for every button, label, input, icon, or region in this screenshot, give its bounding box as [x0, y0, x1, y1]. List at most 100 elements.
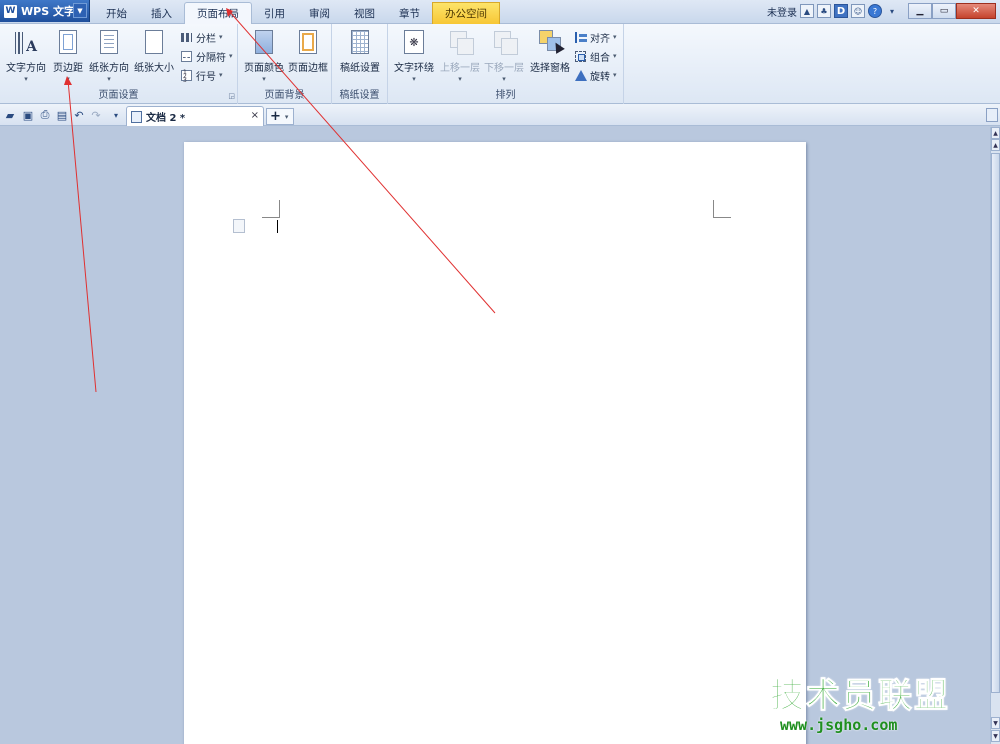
columns-button[interactable]: 分栏 ▾: [180, 28, 223, 46]
paper-size-button[interactable]: 纸张大小: [132, 28, 176, 74]
document-tab-title: 文档 2 *: [146, 113, 186, 124]
minimize-icon[interactable]: ▁: [908, 3, 932, 19]
skin-shirt-icon[interactable]: ♣: [817, 4, 831, 18]
page-color-icon: [255, 30, 273, 54]
page-down-icon[interactable]: ▼: [991, 717, 1000, 729]
quick-access-toolbar: ▰ ▣ ⎙ ▤ ↶ ↷ ▾ 文档 2 * × + ▾: [0, 104, 1000, 126]
bring-forward-icon: [450, 31, 474, 55]
line-numbers-button[interactable]: 123 行号 ▾: [180, 66, 223, 84]
text-direction-button[interactable]: A 文字方向 ▾: [4, 28, 48, 83]
site-watermark: 技术员联盟 www.jsgho.com: [770, 676, 970, 742]
draft-paper-icon: [351, 30, 369, 54]
text-wrap-label: 文字环绕: [394, 63, 434, 74]
tab-references[interactable]: 引用: [252, 2, 297, 24]
document-tab[interactable]: 文档 2 * ×: [126, 106, 264, 126]
align-label: 对齐: [590, 33, 610, 45]
tab-office-space[interactable]: 办公空间: [432, 2, 500, 24]
draft-setup-label: 稿纸设置: [340, 63, 380, 74]
orientation-label: 纸张方向: [89, 63, 129, 74]
document-page[interactable]: [184, 142, 806, 744]
collapse-ribbon-icon[interactable]: ▲: [800, 4, 814, 18]
tab-view[interactable]: 视图: [342, 2, 387, 24]
page-border-icon: [299, 30, 317, 54]
chevron-down-icon[interactable]: ▾: [285, 113, 289, 121]
selection-pane-label: 选择窗格: [530, 63, 570, 74]
window-controls: ▁ ▭ ✕: [908, 3, 996, 19]
group-button[interactable]: 组合 ▾: [574, 47, 617, 65]
bring-forward-label: 上移一层: [440, 63, 480, 74]
orientation-icon: [100, 30, 118, 54]
scroll-up-icon[interactable]: ▲: [991, 127, 1000, 139]
tab-insert[interactable]: 插入: [139, 2, 184, 24]
group-label-page-background: 页面背景: [264, 90, 305, 101]
redo-icon[interactable]: ↷: [88, 107, 104, 123]
dialog-launcher-icon[interactable]: ◲: [228, 92, 235, 100]
watermark-title: 技术员联盟: [770, 676, 950, 717]
close-window-icon[interactable]: ✕: [956, 3, 996, 19]
app-menu-caret-icon[interactable]: ▼: [73, 3, 87, 18]
margins-button[interactable]: 页边距 ▾: [46, 28, 90, 83]
print-icon[interactable]: ⎙: [37, 107, 53, 123]
chevron-down-icon: ▾: [107, 75, 111, 83]
title-bar: W WPS 文字 ▼ 开始 插入 页面布局 引用 审阅 视图 章节 办公空间 未…: [0, 0, 1000, 24]
avatar-icon[interactable]: ☺: [851, 4, 865, 18]
chevron-down-icon: ▾: [502, 75, 506, 83]
page-color-button[interactable]: 页面颜色 ▾: [242, 28, 286, 83]
page-border-label: 页面边框: [288, 63, 328, 74]
line-numbers-label: 行号: [196, 71, 216, 83]
chevron-down-icon: ▾: [412, 75, 416, 83]
page-color-label: 页面颜色: [244, 63, 284, 74]
customize-toolbar-icon[interactable]: ▾: [108, 107, 124, 123]
align-icon: [575, 31, 587, 43]
crop-mark-top-left: [262, 200, 280, 218]
group-page-background: 页面颜色 ▾ 页面边框 页面背景: [238, 24, 332, 104]
crop-mark-top-right: [713, 200, 731, 218]
draft-setup-button[interactable]: 稿纸设置: [338, 28, 382, 74]
chevron-down-icon: ▾: [229, 52, 233, 60]
selection-pane-icon: [539, 30, 565, 54]
tab-review[interactable]: 审阅: [297, 2, 342, 24]
group-objects-icon: [575, 50, 586, 62]
columns-icon: [181, 32, 192, 42]
wps-logo-icon: W: [4, 4, 17, 18]
orientation-button[interactable]: 纸张方向 ▾: [86, 28, 132, 83]
tab-home[interactable]: 开始: [94, 2, 139, 24]
group-label-draft: 稿纸设置: [339, 90, 380, 101]
page-up-icon[interactable]: ▲: [991, 139, 1000, 151]
tab-chapter[interactable]: 章节: [387, 2, 432, 24]
bring-forward-button[interactable]: 上移一层 ▾: [438, 28, 482, 83]
group-label-page-setup: 页面设置: [98, 90, 139, 101]
maximize-icon[interactable]: ▭: [932, 3, 956, 19]
chevron-down-icon: ▾: [613, 71, 617, 79]
document-workspace: [0, 127, 990, 744]
undo-icon[interactable]: ↶: [71, 107, 87, 123]
paper-size-label: 纸张大小: [134, 63, 174, 74]
send-backward-icon: [494, 31, 518, 55]
app-name: WPS 文字: [21, 5, 75, 18]
login-link[interactable]: 未登录: [767, 4, 797, 19]
save-icon[interactable]: ▣: [20, 107, 36, 123]
app-menu-button[interactable]: W WPS 文字 ▼: [0, 0, 90, 22]
breaks-button[interactable]: 分隔符 ▾: [180, 47, 233, 65]
vertical-scrollbar[interactable]: ▲ ▲ ▼ ▼: [990, 127, 1000, 744]
selection-pane-button[interactable]: 选择窗格: [528, 28, 572, 74]
send-backward-button[interactable]: 下移一层 ▾: [482, 28, 526, 83]
text-wrap-button[interactable]: ❋ 文字环绕 ▾: [392, 28, 436, 83]
chevron-down-icon: ▾: [24, 75, 28, 83]
align-button[interactable]: 对齐 ▾: [574, 28, 617, 46]
group-page-setup: A 文字方向 ▾ 页边距 ▾ 纸张方向 ▾ 纸张大小 分栏 ▾ 分隔符 ▾ 1 …: [0, 24, 238, 104]
print-preview-icon[interactable]: ▤: [54, 107, 70, 123]
page-border-button[interactable]: 页面边框: [286, 28, 330, 74]
scrollbar-thumb[interactable]: [991, 153, 1000, 693]
tab-page-layout[interactable]: 页面布局: [184, 2, 252, 24]
new-tab-button[interactable]: + ▾: [266, 108, 294, 125]
rotate-button[interactable]: 旋转 ▾: [574, 66, 617, 84]
open-folder-icon[interactable]: ▰: [2, 107, 18, 123]
help-dropdown-icon[interactable]: ▾: [885, 4, 899, 18]
window-list-icon[interactable]: [986, 108, 998, 122]
d-service-icon[interactable]: D: [834, 4, 848, 18]
help-icon[interactable]: ?: [868, 4, 882, 18]
group-label: 组合: [590, 52, 610, 64]
scroll-down-icon[interactable]: ▼: [991, 730, 1000, 742]
close-tab-icon[interactable]: ×: [251, 110, 259, 121]
